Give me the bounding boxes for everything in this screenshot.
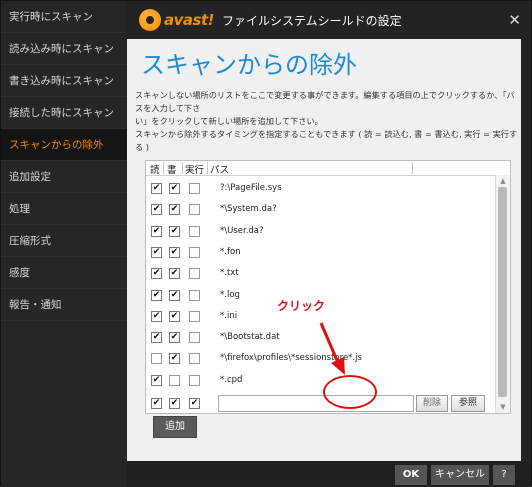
checkbox[interactable]: ✔: [151, 374, 162, 386]
description: スキャンしない場所のリストをここで変更する事ができます。編集する項目の上でクリッ…: [135, 89, 519, 154]
logo-text: avast!: [164, 11, 214, 29]
scroll-up-icon[interactable]: ▲: [499, 177, 507, 185]
checkbox[interactable]: ✔: [169, 204, 180, 216]
checkbox[interactable]: ✔: [151, 183, 162, 194]
new-entry-row: ✔ ✔ ✔ 削除 参照: [146, 392, 492, 416]
sidebar-item[interactable]: 読み込み時にスキャン: [1, 33, 127, 65]
table-header: 読 書 実行 パス: [146, 161, 510, 176]
checkbox[interactable]: ✔: [169, 246, 180, 258]
scroll-down-icon[interactable]: ▼: [499, 403, 507, 411]
checkbox[interactable]: [189, 246, 200, 258]
checkbox[interactable]: ✔: [151, 225, 162, 237]
close-icon[interactable]: ✕: [508, 11, 521, 29]
checkbox[interactable]: [189, 204, 200, 216]
highlight-circle: [323, 375, 377, 409]
checkbox[interactable]: [189, 225, 200, 237]
sidebar-item[interactable]: 実行時にスキャン: [1, 1, 127, 33]
sidebar-item[interactable]: 書き込み時にスキャン: [1, 65, 127, 97]
checkbox[interactable]: [169, 374, 180, 386]
header-exec[interactable]: 実行: [185, 162, 204, 176]
description-line: スキャンから除外するタイミングを指定することもできます ( 読 = 読込む, 書…: [135, 129, 518, 152]
checkbox[interactable]: [189, 374, 200, 386]
checkbox[interactable]: ✔: [151, 268, 162, 280]
header-divider: [163, 162, 164, 174]
checkbox[interactable]: ✔: [151, 310, 162, 322]
checkbox[interactable]: ✔: [151, 246, 162, 258]
sidebar-item[interactable]: 報告・通知: [1, 289, 127, 321]
window-title: ファイルシステムシールドの設定: [221, 13, 402, 28]
click-annotation: クリック: [277, 299, 326, 313]
ok-button[interactable]: OK: [395, 465, 427, 485]
checkbox[interactable]: [189, 268, 200, 280]
sidebar-item[interactable]: 感度: [1, 257, 127, 289]
description-line: い」をクリックして新しい場所を追加して下さい。: [135, 116, 323, 126]
header-divider: [182, 162, 183, 174]
browse-button[interactable]: 参照: [451, 395, 485, 412]
checkbox[interactable]: ✔: [169, 353, 180, 365]
path-cell[interactable]: *\Bootstat.dat: [220, 332, 280, 342]
checkbox[interactable]: [189, 289, 200, 301]
checkbox[interactable]: ✔: [169, 183, 180, 194]
checkbox[interactable]: ✔: [169, 310, 180, 322]
help-button[interactable]: ?: [493, 465, 515, 485]
avast-logo: avast!: [139, 9, 214, 31]
checkbox[interactable]: ✔: [169, 225, 180, 237]
checkbox[interactable]: [189, 310, 200, 322]
sidebar-item[interactable]: 追加設定: [1, 161, 127, 193]
annotation-arrow-icon: [319, 322, 345, 375]
sidebar: 実行時にスキャン 読み込み時にスキャン 書き込み時にスキャン 接続した時にスキャン スキ…: [1, 1, 127, 487]
path-cell[interactable]: *\System.da?: [220, 204, 277, 214]
checkbox[interactable]: ✔: [169, 398, 180, 409]
title-bar: avast! ファイルシステムシールドの設定 ✕: [127, 1, 531, 39]
add-button[interactable]: 追加: [153, 416, 197, 438]
checkbox[interactable]: ✔: [169, 332, 180, 344]
sidebar-item[interactable]: 処理: [1, 193, 127, 225]
checkbox[interactable]: ✔: [189, 398, 200, 409]
path-cell[interactable]: *.log: [220, 290, 240, 300]
checkbox[interactable]: ✔: [169, 289, 180, 301]
avast-logo-icon: [139, 9, 161, 31]
sidebar-item[interactable]: スキャンからの除外: [1, 129, 127, 161]
path-cell[interactable]: *\User.da?: [220, 226, 264, 236]
path-cell[interactable]: *.ini: [220, 311, 237, 321]
table-scrollbar[interactable]: ▲ ▼: [495, 175, 510, 413]
sidebar-item[interactable]: 圧縮形式: [1, 225, 127, 257]
sidebar-item[interactable]: 接続した時にスキャン: [1, 97, 127, 129]
app-window: 実行時にスキャン 読み込み時にスキャン 書き込み時にスキャン 接続した時にスキャン スキ…: [0, 0, 532, 487]
path-cell[interactable]: *.cpd: [220, 375, 242, 385]
page-title: スキャンからの除外: [141, 51, 357, 79]
checkbox[interactable]: ✔: [169, 268, 180, 280]
checkbox[interactable]: [189, 332, 200, 344]
checkbox[interactable]: ✔: [151, 204, 162, 216]
path-cell[interactable]: *.txt: [220, 268, 239, 278]
checkbox[interactable]: ✔: [151, 289, 162, 301]
scroll-thumb[interactable]: [498, 187, 507, 397]
header-read[interactable]: 読: [150, 162, 160, 176]
delete-button[interactable]: 削除: [416, 395, 448, 412]
header-divider: [207, 162, 208, 174]
checkbox[interactable]: ✔: [151, 398, 162, 409]
header-path[interactable]: パス: [210, 162, 229, 176]
path-cell[interactable]: *.fon: [220, 247, 241, 257]
footer: OK キャンセル ?: [127, 461, 531, 487]
checkbox[interactable]: [189, 183, 200, 194]
description-line: スキャンしない場所のリストをここで変更する事ができます。編集する項目の上でクリッ…: [135, 90, 515, 113]
checkbox[interactable]: ✔: [151, 332, 162, 344]
path-cell[interactable]: ?:\PageFile.sys: [220, 183, 282, 193]
checkbox[interactable]: [189, 353, 200, 365]
header-write[interactable]: 書: [167, 162, 177, 176]
checkbox[interactable]: [151, 353, 162, 365]
cancel-button[interactable]: キャンセル: [431, 465, 489, 485]
header-divider: [412, 162, 413, 174]
new-path-input[interactable]: [218, 395, 414, 412]
